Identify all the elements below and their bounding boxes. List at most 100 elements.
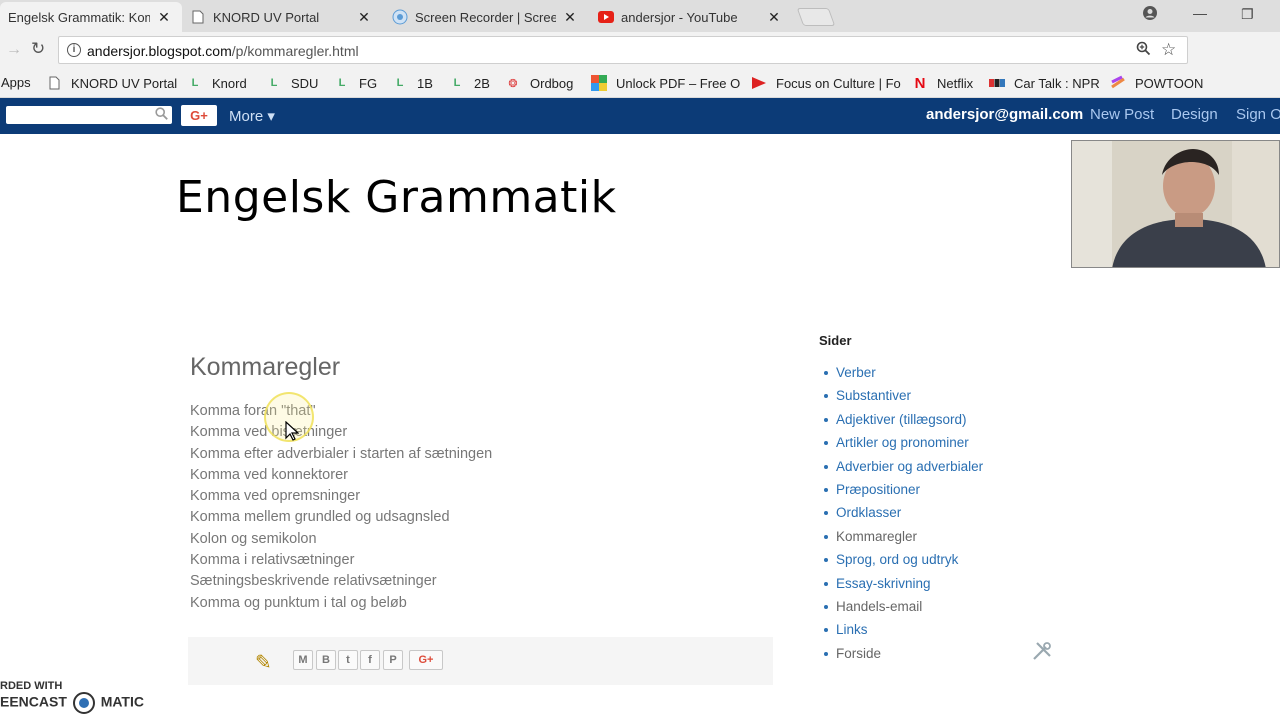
list-item: Komma foran "that" xyxy=(190,403,316,419)
bookmark-unlock-pdf[interactable]: Unlock PDF – Free O xyxy=(591,75,740,91)
google-plus-share-button[interactable]: G+ xyxy=(409,650,443,670)
bookmark-1b[interactable]: L 1B xyxy=(392,75,433,91)
tab-title: andersjor - YouTube xyxy=(621,9,738,25)
bookmark-knord-uv-portal[interactable]: KNORD UV Portal xyxy=(46,75,177,91)
page-icon xyxy=(46,75,62,91)
person-image xyxy=(1072,141,1279,267)
email-share-icon[interactable]: M xyxy=(293,650,313,670)
lectio-icon: L xyxy=(191,77,199,89)
sidebar-page-sprog[interactable]: Sprog, ord og udtryk xyxy=(823,550,983,573)
sidebar-page-handels-email[interactable]: Handels-email xyxy=(823,597,983,620)
profile-icon[interactable] xyxy=(1143,6,1157,23)
blog-title[interactable]: Engelsk Grammatik xyxy=(176,172,617,223)
list-item: Kolon og semikolon xyxy=(190,530,317,547)
list-item: Komma mellem grundled og udsagnsled xyxy=(190,509,450,526)
minimize-icon[interactable]: — xyxy=(1193,5,1207,21)
bookmark-knord[interactable]: L Knord xyxy=(187,75,247,91)
webcam-overlay xyxy=(1071,140,1280,268)
bookmark-apps[interactable]: Apps xyxy=(1,75,31,90)
sidebar-page-kommaregler: Kommaregler xyxy=(823,527,983,550)
bookmark-netflix[interactable]: N Netflix xyxy=(912,74,974,92)
sidebar-page-forside[interactable]: Forside xyxy=(823,644,983,667)
sidebar-page-adverbier[interactable]: Adverbier og adverbialer xyxy=(823,457,983,480)
tab-engelsk-grammatik[interactable]: Engelsk Grammatik: Komma ✕ xyxy=(0,2,182,32)
bookmark-powtoon[interactable]: POWTOON xyxy=(1110,75,1203,91)
browser-toolbar: → ↻ i andersjor.blogspot.com/p/kommaregl… xyxy=(0,32,1280,92)
account-email[interactable]: andersjor@gmail.com xyxy=(926,106,1083,123)
lectio-icon: L xyxy=(270,77,278,89)
bookmark-fg[interactable]: L FG xyxy=(334,75,377,91)
bookmark-focus-on-culture[interactable]: Focus on Culture | Fo xyxy=(751,75,901,91)
bookmarks-bar: Apps KNORD UV Portal L Knord L SDU L FG … xyxy=(0,68,1280,98)
sidebar-page-praepositioner[interactable]: Præpositioner xyxy=(823,480,983,503)
url-text: andersjor.blogspot.com/p/kommaregler.htm… xyxy=(87,43,359,59)
reload-icon[interactable]: ↻ xyxy=(31,39,45,59)
post-title: Kommaregler xyxy=(190,353,341,381)
tab-screen-recorder[interactable]: Screen Recorder | Screencast-O-Matic ✕ xyxy=(384,2,588,32)
youtube-icon xyxy=(598,9,614,25)
list-item: Komma ved opremsninger xyxy=(190,488,361,505)
sidebar-page-artikler[interactable]: Artikler og pronominer xyxy=(823,433,983,456)
sidebar-page-essay[interactable]: Essay-skrivning xyxy=(823,574,983,597)
twitter-share-icon[interactable]: t xyxy=(338,650,358,670)
list-item: Sætningsbeskrivende relativsætninger xyxy=(190,573,437,590)
sidebar-page-substantiver[interactable]: Substantiver xyxy=(823,386,983,409)
sidebar-page-adjektiver[interactable]: Adjektiver (tillægsord) xyxy=(823,410,983,433)
sidebar-page-ordklasser[interactable]: Ordklasser xyxy=(823,503,983,526)
npr-icon xyxy=(989,75,1005,91)
ordbog-icon: ❂ xyxy=(508,77,518,90)
list-item: Komma og punktum i tal og beløb xyxy=(190,594,407,611)
google-plus-button[interactable]: G+ xyxy=(181,105,217,126)
close-icon[interactable]: ✕ xyxy=(356,9,372,26)
sidebar-page-links[interactable]: Links xyxy=(823,620,983,643)
screencast-icon xyxy=(392,9,408,25)
powtoon-icon xyxy=(1110,75,1126,91)
blogger-navbar: G+ More ▾ andersjor@gmail.com New Post D… xyxy=(0,98,1280,134)
star-bookmark-icon[interactable]: ☆ xyxy=(1161,40,1176,60)
restore-icon[interactable]: ❐ xyxy=(1241,6,1254,23)
post-body-list: Komma foran "that" Komma ved bisætninger… xyxy=(190,401,492,614)
list-item: Komma ved konnektorer xyxy=(190,466,348,483)
close-icon[interactable]: ✕ xyxy=(562,9,578,26)
wrench-tools-icon[interactable] xyxy=(1031,640,1053,668)
sign-out-link[interactable]: Sign O xyxy=(1236,106,1280,123)
netflix-icon: N xyxy=(914,74,926,92)
close-icon[interactable]: ✕ xyxy=(766,9,782,26)
new-post-link[interactable]: New Post xyxy=(1090,106,1154,123)
screencast-logo-icon xyxy=(72,692,95,714)
sidebar-page-verber[interactable]: Verber xyxy=(823,363,983,386)
close-icon[interactable]: ✕ xyxy=(156,9,172,26)
post-footer xyxy=(188,637,773,685)
address-bar[interactable]: i andersjor.blogspot.com/p/kommaregler.h… xyxy=(58,36,1188,64)
bookmark-2b[interactable]: L 2B xyxy=(449,75,490,91)
page-icon xyxy=(190,9,206,25)
bookmark-sdu[interactable]: L SDU xyxy=(266,75,319,91)
sidebar-pages-list: Verber Substantiver Adjektiver (tillægso… xyxy=(823,363,983,667)
new-tab-button[interactable] xyxy=(796,8,836,26)
edit-pencil-icon[interactable]: ✎ xyxy=(255,650,272,675)
lectio-icon: L xyxy=(338,77,346,89)
tab-youtube[interactable]: andersjor - YouTube ✕ xyxy=(590,2,792,32)
bookmark-ordbog[interactable]: ❂ Ordbog xyxy=(505,75,573,91)
search-icon[interactable] xyxy=(155,107,168,123)
zoom-icon[interactable] xyxy=(1136,41,1151,60)
mouse-cursor-icon xyxy=(285,421,299,441)
tab-knord-uv-portal[interactable]: KNORD UV Portal ✕ xyxy=(182,2,382,32)
info-icon[interactable]: i xyxy=(67,43,81,57)
tab-title: KNORD UV Portal xyxy=(213,9,320,25)
blog-search-input[interactable] xyxy=(6,106,172,124)
list-item: Komma i relativsætninger xyxy=(190,552,355,569)
back-arrow-icon[interactable]: → xyxy=(6,41,22,59)
bookmark-car-talk[interactable]: Car Talk : NPR xyxy=(989,75,1100,91)
blogger-share-icon[interactable]: B xyxy=(316,650,336,670)
tab-title: Screen Recorder | Screencast-O-Matic xyxy=(415,9,556,25)
facebook-share-icon[interactable]: f xyxy=(360,650,380,670)
more-menu-button[interactable]: More ▾ xyxy=(229,107,275,125)
lectio-icon: L xyxy=(396,77,404,89)
tab-strip: Engelsk Grammatik: Komma ✕ KNORD UV Port… xyxy=(0,0,1280,32)
pinterest-share-icon[interactable]: P xyxy=(383,650,403,670)
lectio-icon: L xyxy=(453,77,461,89)
list-item: Komma efter adverbialer i starten af sæt… xyxy=(190,445,493,462)
list-item: Komma ved bisætninger xyxy=(190,424,348,441)
design-link[interactable]: Design xyxy=(1171,106,1218,123)
